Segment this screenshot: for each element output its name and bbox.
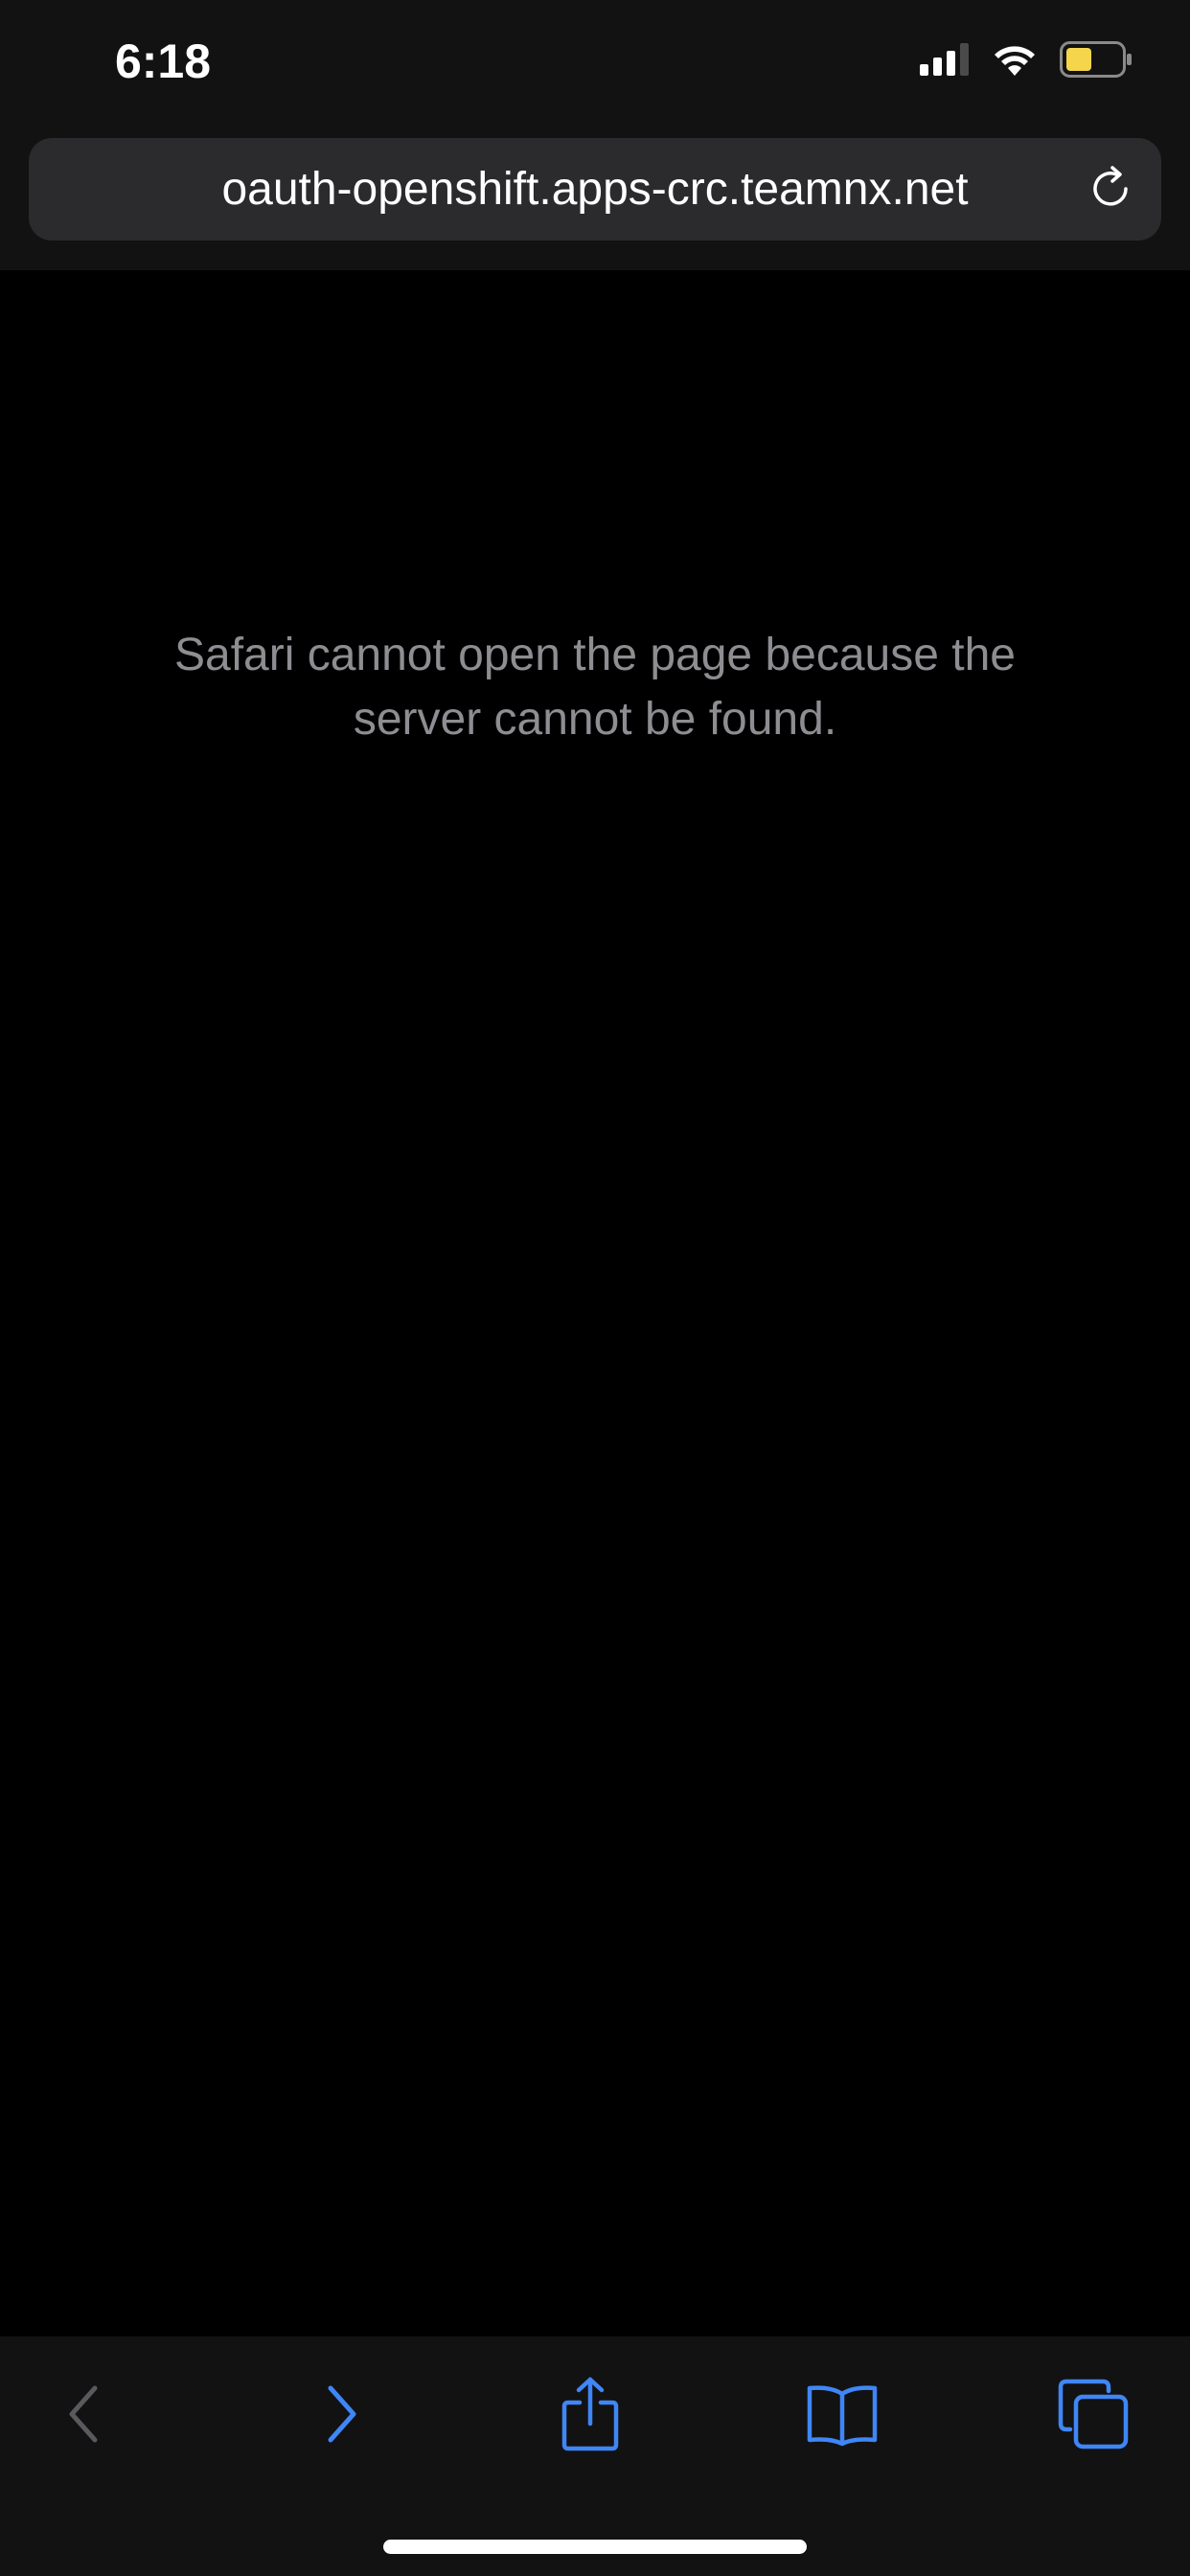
share-icon [557, 2376, 624, 2457]
url-text[interactable]: oauth-openshift.apps-crc.teamnx.net [29, 138, 1161, 241]
error-line-1: Safari cannot open the page because the [173, 630, 1016, 680]
battery-icon [1060, 40, 1133, 82]
error-message: Safari cannot open the page because the … [115, 623, 1075, 751]
cellular-signal-icon [920, 42, 970, 80]
address-bar[interactable]: oauth-openshift.apps-crc.teamnx.net [29, 138, 1161, 241]
forward-button[interactable] [297, 2373, 383, 2459]
wifi-icon [993, 43, 1037, 80]
share-button[interactable] [547, 2373, 633, 2459]
status-time: 6:18 [114, 34, 212, 88]
tabs-icon [1057, 2378, 1130, 2455]
back-button[interactable] [42, 2373, 128, 2459]
chevron-right-icon [311, 2380, 369, 2452]
error-line-2: server cannot be found. [353, 694, 837, 745]
book-icon [804, 2380, 881, 2452]
browser-chrome-top: 6:18 oauth-openshift.apps-crc.teamnx.net [0, 0, 1190, 270]
bookmarks-button[interactable] [799, 2373, 885, 2459]
chevron-left-icon [57, 2380, 114, 2452]
tabs-button[interactable] [1050, 2373, 1136, 2459]
status-bar: 6:18 [0, 0, 1190, 130]
status-icons [920, 40, 1133, 82]
home-indicator[interactable] [383, 2540, 807, 2554]
reload-icon [1087, 164, 1135, 217]
reload-button[interactable] [1083, 161, 1140, 218]
